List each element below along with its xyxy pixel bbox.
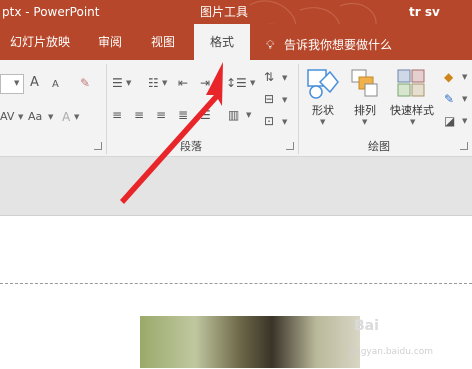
red-pointer-arrow-icon [120, 62, 223, 204]
